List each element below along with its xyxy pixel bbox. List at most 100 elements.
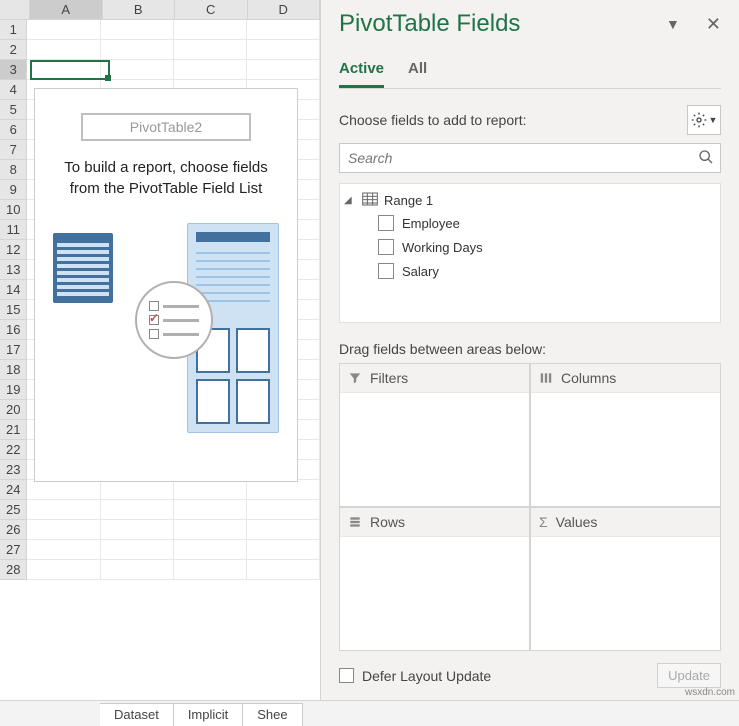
- cell[interactable]: [174, 60, 247, 80]
- row-header[interactable]: 27: [0, 540, 27, 560]
- cell[interactable]: [27, 20, 100, 40]
- table-node[interactable]: ◢ Range 1: [344, 190, 716, 211]
- rows-icon: [348, 515, 362, 529]
- row-header[interactable]: 10: [0, 200, 27, 220]
- update-button[interactable]: Update: [657, 663, 721, 688]
- rows-area[interactable]: Rows: [339, 507, 530, 651]
- row-header[interactable]: 7: [0, 140, 27, 160]
- col-header-b[interactable]: B: [103, 0, 176, 19]
- col-header-c[interactable]: C: [175, 0, 248, 19]
- cell[interactable]: [174, 540, 247, 560]
- row-header[interactable]: 15: [0, 300, 27, 320]
- cell[interactable]: [247, 520, 320, 540]
- row-header[interactable]: 28: [0, 560, 27, 580]
- worksheet-grid[interactable]: A B C D 1 2 3 4 5 6 7 8 9 10 11 12 13 14…: [0, 0, 320, 700]
- field-checkbox[interactable]: [378, 239, 394, 255]
- row-header[interactable]: 20: [0, 400, 27, 420]
- panel-options-dropdown-icon[interactable]: ▼: [666, 16, 680, 32]
- row-header[interactable]: 6: [0, 120, 27, 140]
- defer-layout-checkbox[interactable]: Defer Layout Update: [339, 668, 491, 684]
- row-header[interactable]: 1: [0, 20, 27, 40]
- field-checkbox[interactable]: [378, 263, 394, 279]
- row-header[interactable]: 14: [0, 280, 27, 300]
- row-header[interactable]: 12: [0, 240, 27, 260]
- row-header[interactable]: 26: [0, 520, 27, 540]
- row-header[interactable]: 13: [0, 260, 27, 280]
- cell[interactable]: [101, 540, 174, 560]
- area-dropzone[interactable]: [531, 392, 720, 506]
- row-header[interactable]: 3: [0, 60, 27, 80]
- area-dropzone[interactable]: [531, 536, 720, 650]
- sheet-tab[interactable]: Shee: [243, 703, 302, 726]
- row-header[interactable]: 25: [0, 500, 27, 520]
- sheet-tab[interactable]: Implicit: [174, 703, 243, 726]
- cell[interactable]: [27, 520, 100, 540]
- row-header[interactable]: 5: [0, 100, 27, 120]
- row-header[interactable]: 23: [0, 460, 27, 480]
- search-input[interactable]: [340, 150, 692, 166]
- search-icon[interactable]: [692, 149, 720, 168]
- row-header[interactable]: 22: [0, 440, 27, 460]
- row-header[interactable]: 21: [0, 420, 27, 440]
- tools-button[interactable]: ▼: [687, 105, 721, 135]
- cell[interactable]: [27, 560, 100, 580]
- row-header[interactable]: 8: [0, 160, 27, 180]
- row-header[interactable]: 4: [0, 80, 27, 100]
- cell[interactable]: [174, 520, 247, 540]
- pivottable-placeholder[interactable]: PivotTable2 To build a report, choose fi…: [34, 88, 298, 482]
- drop-areas: Filters Columns Rows Σ Values: [321, 363, 739, 651]
- cell[interactable]: [27, 480, 100, 500]
- cell[interactable]: [247, 60, 320, 80]
- row-header[interactable]: 18: [0, 360, 27, 380]
- col-header-a[interactable]: A: [30, 0, 103, 19]
- cell[interactable]: [174, 40, 247, 60]
- select-all-corner[interactable]: [0, 0, 30, 19]
- cell[interactable]: [247, 40, 320, 60]
- cell[interactable]: [101, 520, 174, 540]
- row-header[interactable]: 9: [0, 180, 27, 200]
- cell[interactable]: [247, 540, 320, 560]
- collapse-icon[interactable]: ◢: [344, 195, 356, 206]
- col-header-d[interactable]: D: [248, 0, 321, 19]
- area-dropzone[interactable]: [340, 536, 529, 650]
- cell[interactable]: [27, 500, 100, 520]
- row-header[interactable]: 2: [0, 40, 27, 60]
- sheet-tab[interactable]: Dataset: [100, 703, 174, 726]
- row-header[interactable]: 24: [0, 480, 27, 500]
- values-area[interactable]: Σ Values: [530, 507, 721, 651]
- row-header[interactable]: 11: [0, 220, 27, 240]
- cell[interactable]: [101, 20, 174, 40]
- cell[interactable]: [174, 480, 247, 500]
- fill-handle[interactable]: [105, 75, 111, 81]
- cell[interactable]: [247, 560, 320, 580]
- columns-area[interactable]: Columns: [530, 363, 721, 507]
- tab-active[interactable]: Active: [339, 54, 384, 88]
- field-row[interactable]: Salary: [344, 259, 716, 283]
- cell[interactable]: [247, 500, 320, 520]
- cell[interactable]: [27, 40, 100, 60]
- row-header[interactable]: 19: [0, 380, 27, 400]
- row-header[interactable]: 17: [0, 340, 27, 360]
- close-icon[interactable]: ✕: [706, 14, 721, 35]
- tab-all[interactable]: All: [408, 54, 427, 88]
- field-row[interactable]: Working Days: [344, 235, 716, 259]
- area-dropzone[interactable]: [340, 392, 529, 506]
- cell[interactable]: [101, 560, 174, 580]
- cell[interactable]: [174, 560, 247, 580]
- cell[interactable]: [247, 20, 320, 40]
- field-row[interactable]: Employee: [344, 211, 716, 235]
- row-header[interactable]: 16: [0, 320, 27, 340]
- cell[interactable]: [247, 480, 320, 500]
- cell[interactable]: [174, 20, 247, 40]
- sigma-icon: Σ: [539, 514, 548, 530]
- cell[interactable]: [101, 40, 174, 60]
- cell[interactable]: [101, 500, 174, 520]
- field-checkbox[interactable]: [378, 215, 394, 231]
- cell[interactable]: [27, 540, 100, 560]
- cell[interactable]: [174, 500, 247, 520]
- cell[interactable]: [101, 60, 174, 80]
- checkbox-icon[interactable]: [339, 668, 354, 683]
- cell[interactable]: [101, 480, 174, 500]
- filters-area[interactable]: Filters: [339, 363, 530, 507]
- search-field[interactable]: [339, 143, 721, 173]
